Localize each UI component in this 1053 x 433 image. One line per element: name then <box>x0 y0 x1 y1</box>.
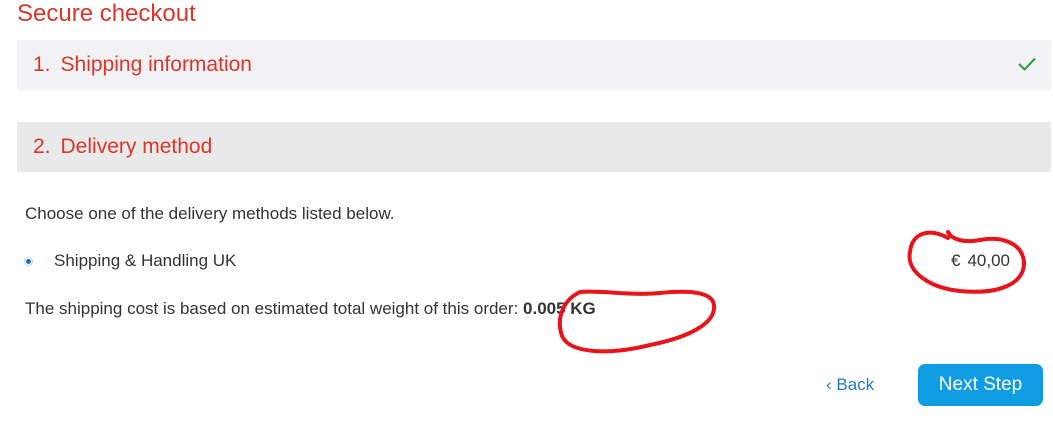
next-step-button[interactable]: Next Step <box>918 364 1043 406</box>
price-value: 40,00 <box>967 251 1010 270</box>
delivery-method-radio[interactable] <box>24 257 33 266</box>
step-delivery-method: 2. Delivery method <box>17 122 1051 172</box>
delivery-method-label[interactable]: Shipping & Handling UK <box>54 251 236 271</box>
weight-note-text: The shipping cost is based on estimated … <box>25 299 519 318</box>
currency-symbol: € <box>950 251 961 270</box>
step-number: 1. <box>33 53 51 76</box>
radio-selected-dot <box>26 259 31 264</box>
page-title: Secure checkout <box>17 0 196 27</box>
delivery-method-price: € 40,00 <box>951 251 1010 271</box>
step-label: Shipping information <box>60 53 252 76</box>
step-shipping-information[interactable]: 1. Shipping information <box>17 40 1051 90</box>
back-link[interactable]: ‹ Back <box>826 375 874 395</box>
step-label: Delivery method <box>60 135 213 158</box>
step-number: 2. <box>33 135 51 158</box>
check-icon <box>1018 57 1036 71</box>
weight-note: The shipping cost is based on estimated … <box>25 299 596 319</box>
delivery-intro-text: Choose one of the delivery methods liste… <box>25 204 395 223</box>
weight-value: 0.005 KG <box>523 299 596 318</box>
